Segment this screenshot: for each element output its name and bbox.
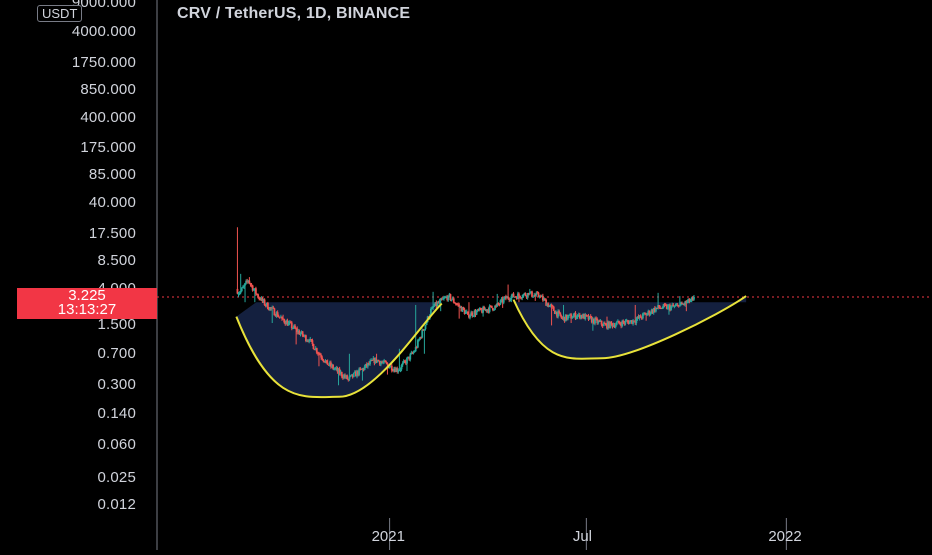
y-tick-label: 0.060 — [97, 436, 136, 454]
candle-body — [571, 317, 574, 319]
candle-body — [424, 324, 427, 330]
candle-body — [369, 361, 371, 365]
candle-body — [322, 359, 325, 362]
x-tick-label: 2021 — [371, 528, 405, 545]
y-tick-label: 0.025 — [97, 468, 136, 486]
y-tick-label: 0.012 — [97, 496, 136, 513]
cup-region-left — [236, 302, 442, 398]
candle-body — [615, 322, 618, 325]
y-tick-label: 1750.000 — [71, 53, 136, 71]
y-tick-label: 4000.000 — [71, 23, 136, 40]
y-tick-label: 175.000 — [80, 139, 136, 157]
chart-canvas[interactable] — [0, 0, 932, 550]
candle-body — [409, 354, 412, 360]
candle-body — [240, 287, 243, 292]
y-tick-label: 8.500 — [97, 251, 136, 269]
candle-body — [255, 288, 257, 294]
y-tick-label: 0.140 — [97, 404, 136, 422]
y-tick-label: 40.000 — [88, 194, 136, 212]
candle-body — [558, 311, 561, 313]
y-tick-label: 400.000 — [80, 108, 136, 126]
candle-body — [531, 291, 533, 297]
y-tick-label: 85.000 — [88, 166, 136, 184]
candle-body — [388, 367, 391, 369]
candle-body — [518, 293, 520, 296]
candle-body — [312, 343, 315, 350]
x-tick-label: 2022 — [768, 528, 802, 545]
candle-body — [693, 296, 695, 300]
candle-body — [311, 340, 314, 344]
candle-body — [290, 322, 293, 329]
x-tick-label: Jul — [572, 528, 593, 545]
y-tick-label: 0.300 — [97, 376, 136, 394]
y-tick-label: 17.500 — [88, 225, 136, 243]
chart-root: 9000.000 4000.000 1750.000 850.000 400.000 17… — [0, 0, 932, 550]
candle-body — [326, 362, 329, 365]
bar-countdown: 13:13:27 — [57, 301, 117, 318]
candle-body — [449, 294, 452, 301]
y-tick-label: 0.700 — [97, 344, 136, 362]
candle-body — [469, 315, 471, 318]
candle-body — [386, 363, 389, 365]
candle-body — [552, 306, 555, 311]
candle-body — [346, 375, 349, 380]
candle-body — [352, 372, 355, 378]
last-price-tag: 3.225 13:13:27 — [17, 288, 157, 319]
candle-body — [490, 305, 493, 308]
chart-title: CRV / TetherUS, 1D, BINANCE — [177, 5, 411, 22]
candle-body — [421, 329, 424, 338]
currency-badge[interactable]: USDT — [37, 5, 83, 22]
candle-body — [406, 357, 408, 364]
y-tick-label: 850.000 — [80, 80, 136, 98]
